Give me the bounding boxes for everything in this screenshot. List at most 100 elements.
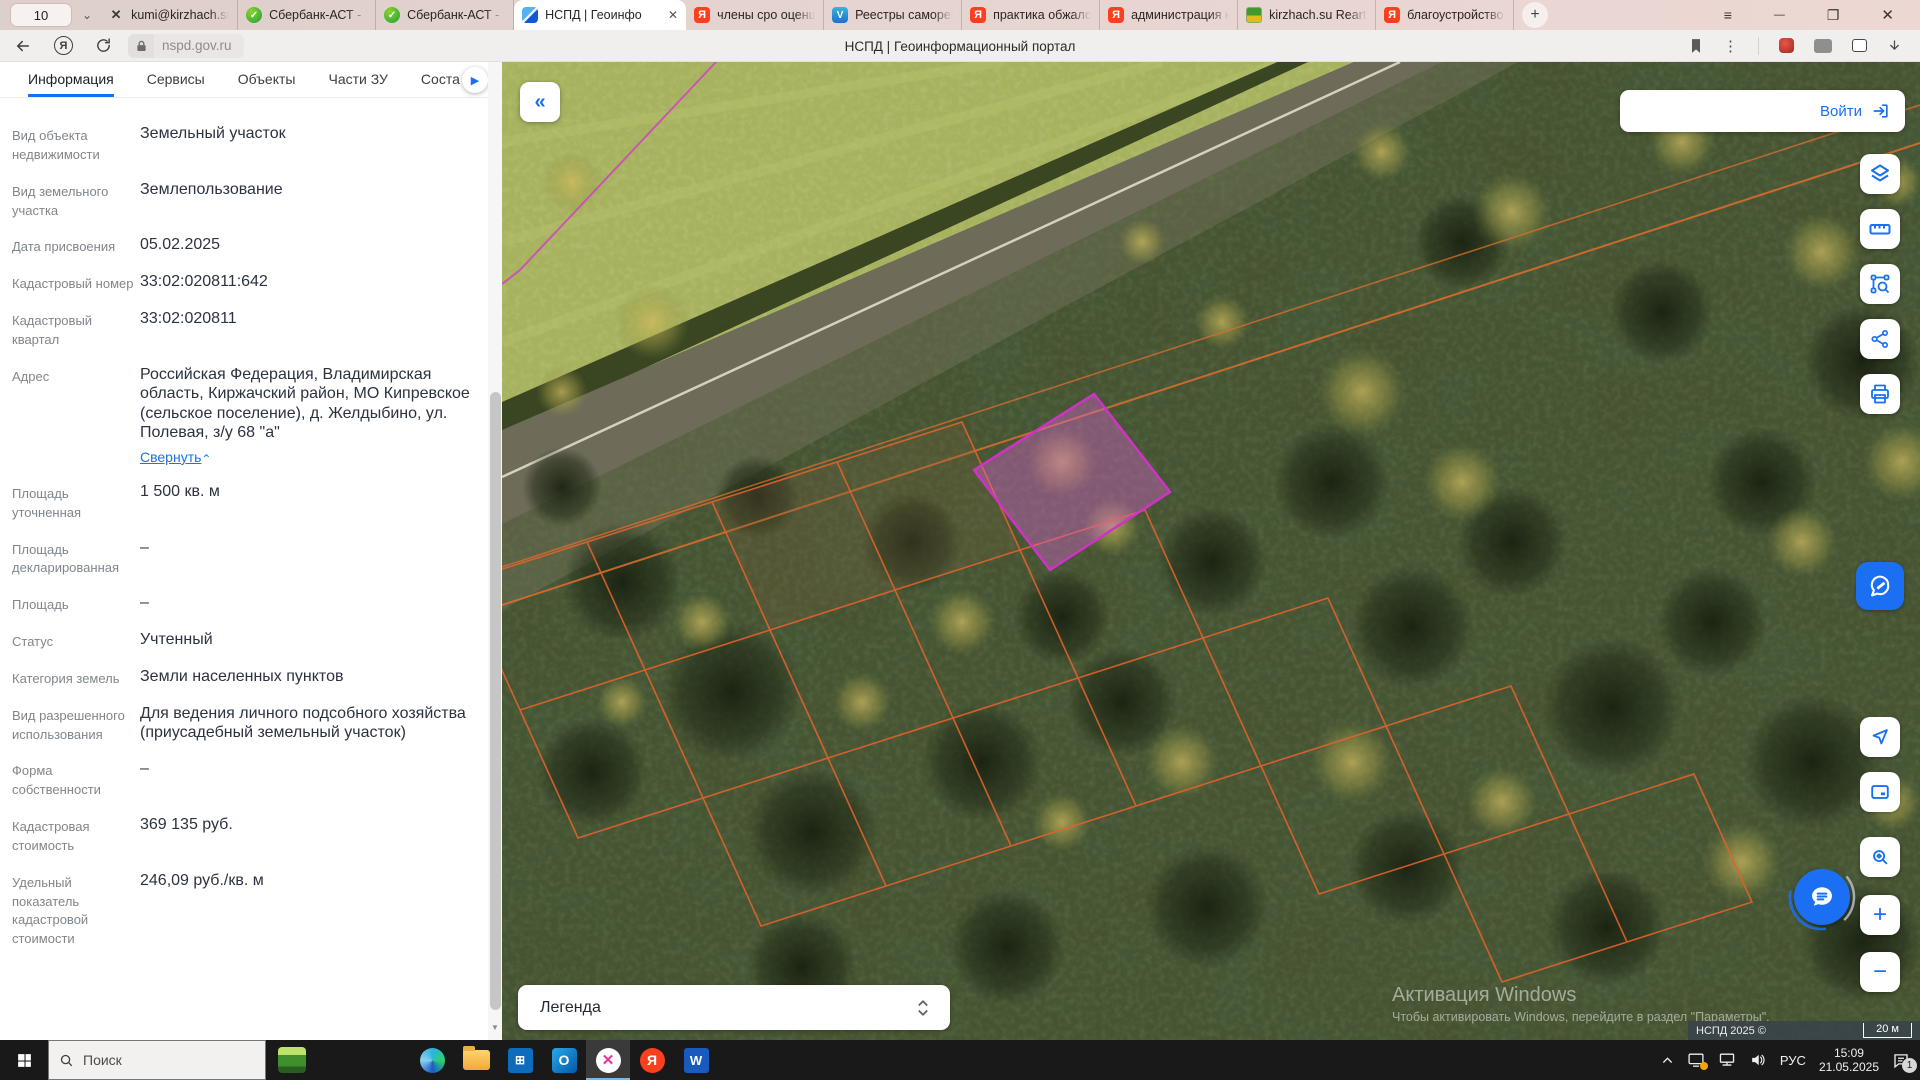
collapse-panel-button[interactable]: « xyxy=(520,82,560,122)
info-row: Кадастровый номер 33:02:020811:642 xyxy=(12,272,472,294)
screencast-icon[interactable] xyxy=(1687,1052,1705,1068)
yandex-browser-icon[interactable]: Я xyxy=(630,1040,674,1080)
tab-label: Сбербанк-АСТ - Эл xyxy=(407,8,505,22)
tab-favicon: ✕ xyxy=(108,7,124,23)
info-row: Площадь – xyxy=(12,593,472,615)
panel-tab[interactable]: Сервисы xyxy=(147,62,205,97)
file-explorer-icon[interactable] xyxy=(454,1040,498,1080)
tab-strip: ✕ kumi@kirzhach.su ✓ Сбербанк-АСТ - Эл ✓… xyxy=(100,0,1514,30)
x-app-icon[interactable]: ✕ xyxy=(586,1040,630,1080)
maximize-button[interactable]: ❐ xyxy=(1827,7,1840,24)
info-row: Дата присвоения 05.02.2025 xyxy=(12,235,472,257)
zoom-out-button[interactable]: − xyxy=(1860,952,1900,992)
language-indicator[interactable]: РУС xyxy=(1780,1053,1806,1068)
new-tab-button[interactable]: + xyxy=(1522,2,1548,28)
info-label: Адрес xyxy=(12,365,140,467)
ms-store-icon[interactable]: ⊞ xyxy=(498,1040,542,1080)
area-search-button[interactable] xyxy=(1860,837,1900,877)
ruler-button[interactable] xyxy=(1860,209,1900,249)
info-row: Вид разрешенного использования Для веден… xyxy=(12,704,472,745)
close-button[interactable]: ✕ xyxy=(1881,6,1894,24)
network-icon[interactable] xyxy=(1718,1052,1736,1068)
start-button[interactable] xyxy=(0,1040,48,1080)
tab-label: kumi@kirzhach.su xyxy=(131,8,229,22)
browser-tab[interactable]: Я практика обжалов xyxy=(962,0,1100,30)
browser-tab[interactable]: ✓ Сбербанк-АСТ - Эл xyxy=(376,0,514,30)
lock-icon[interactable] xyxy=(128,34,154,58)
tab-close-icon[interactable]: ✕ xyxy=(668,8,678,22)
chat-icon[interactable] xyxy=(1794,869,1850,925)
nspd-logo-button[interactable] xyxy=(1856,562,1904,610)
scrollbar-thumb[interactable] xyxy=(490,392,501,1010)
info-value: Российская Федерация, Владимирская облас… xyxy=(140,365,472,443)
locate-button[interactable] xyxy=(1860,717,1900,757)
tab-label: НСПД | Геоинфо xyxy=(545,8,664,22)
download-icon[interactable] xyxy=(1887,38,1902,54)
browser-tab[interactable]: V Реестры саморегу xyxy=(824,0,962,30)
panel-tab[interactable]: Соста xyxy=(421,62,460,97)
extension-red-icon[interactable] xyxy=(1779,38,1794,53)
info-label: Форма собственности xyxy=(12,759,140,800)
browser-swirl-icon[interactable] xyxy=(410,1040,454,1080)
polygon-search-button[interactable] xyxy=(1860,264,1900,304)
notification-center-icon[interactable]: 1 xyxy=(1892,1052,1910,1069)
browser-tab[interactable]: Я благоустройство т xyxy=(1376,0,1514,30)
extension-frame-icon[interactable] xyxy=(1852,39,1867,52)
layers-button[interactable] xyxy=(1860,154,1900,194)
chat-widget[interactable] xyxy=(1787,862,1857,932)
minimize-button[interactable]: — xyxy=(1774,9,1785,21)
info-row: Площадь уточненная 1 500 кв. м xyxy=(12,482,472,523)
chevron-down-icon[interactable]: ⌄ xyxy=(82,8,92,22)
print-button[interactable] xyxy=(1860,374,1900,414)
taskbar-search[interactable]: Поиск xyxy=(48,1040,266,1080)
panel-tabs-scroll-button[interactable]: ▶ xyxy=(462,67,488,93)
extension-gray-icon[interactable] xyxy=(1814,39,1832,53)
sidebar-scrollbar[interactable]: ▼ xyxy=(488,62,502,1040)
collapse-address-link[interactable]: Свернуть xyxy=(140,449,211,465)
info-panel: Информация Сервисы Объекты Части ЗУ Сост… xyxy=(0,62,502,1040)
tab-label: практика обжалов xyxy=(993,8,1091,22)
word-icon[interactable]: W xyxy=(674,1040,718,1080)
scrollbar-down-arrow[interactable]: ▼ xyxy=(488,1023,502,1032)
tab-favicon: ✓ xyxy=(246,7,262,23)
tab-label: члены сро оценщи xyxy=(717,8,815,22)
browser-tab[interactable]: ✕ kumi@kirzhach.su xyxy=(100,0,238,30)
panel-tab[interactable]: Части ЗУ xyxy=(328,62,387,97)
legend-bar[interactable]: Легенда xyxy=(518,985,950,1030)
tab-label: Реестры саморегу xyxy=(855,8,953,22)
refresh-icon[interactable] xyxy=(95,37,112,54)
back-icon[interactable] xyxy=(14,37,32,55)
browser-tab[interactable]: Я члены сро оценщи xyxy=(686,0,824,30)
info-row: Удельный показатель кадастровой стоимост… xyxy=(12,871,472,949)
panel-tab[interactable]: Объекты xyxy=(238,62,296,97)
browser-menu-icon[interactable]: ≡ xyxy=(1724,7,1732,23)
browser-tab[interactable]: Я администрация ки xyxy=(1100,0,1238,30)
map-attribution: НСПД 2025 © 20 м xyxy=(1688,1021,1920,1040)
info-row: Вид объекта недвижимости Земельный участ… xyxy=(12,124,472,165)
minimap-button[interactable] xyxy=(1860,772,1900,812)
expand-collapse-icon[interactable] xyxy=(914,997,932,1019)
info-label: Статус xyxy=(12,630,140,652)
share-button[interactable] xyxy=(1860,319,1900,359)
landscape-app-icon[interactable] xyxy=(270,1040,314,1080)
info-label: Удельный показатель кадастровой стоимост… xyxy=(12,871,140,949)
volume-icon[interactable] xyxy=(1749,1052,1767,1068)
browser-tab[interactable]: kirzhach.su Reart - xyxy=(1238,0,1376,30)
tab-counter[interactable]: 10 xyxy=(10,3,72,27)
login-icon xyxy=(1871,101,1891,121)
clock[interactable]: 15:09 21.05.2025 xyxy=(1819,1046,1879,1074)
browser-tab[interactable]: ✓ Сбербанк-АСТ - Эл xyxy=(238,0,376,30)
parcel-info: Вид объекта недвижимости Земельный участ… xyxy=(0,98,502,949)
bookmark-icon[interactable] xyxy=(1689,38,1703,54)
hidden-icons-chevron[interactable] xyxy=(1661,1054,1674,1067)
zoom-in-button[interactable]: + xyxy=(1860,895,1900,935)
tab-favicon: Я xyxy=(970,7,986,23)
browser-tab[interactable]: НСПД | Геоинфо ✕ xyxy=(514,0,686,30)
url-field[interactable]: nspd.gov.ru xyxy=(128,34,244,58)
login-bar[interactable]: Войти xyxy=(1620,90,1905,132)
panel-tab[interactable]: Информация xyxy=(28,62,114,97)
kebab-menu-icon[interactable]: ⋮ xyxy=(1723,37,1738,55)
yandex-circle-icon[interactable]: Я xyxy=(54,36,73,55)
outlook-icon[interactable]: O xyxy=(542,1040,586,1080)
map-canvas[interactable]: « Войти xyxy=(502,62,1920,1040)
